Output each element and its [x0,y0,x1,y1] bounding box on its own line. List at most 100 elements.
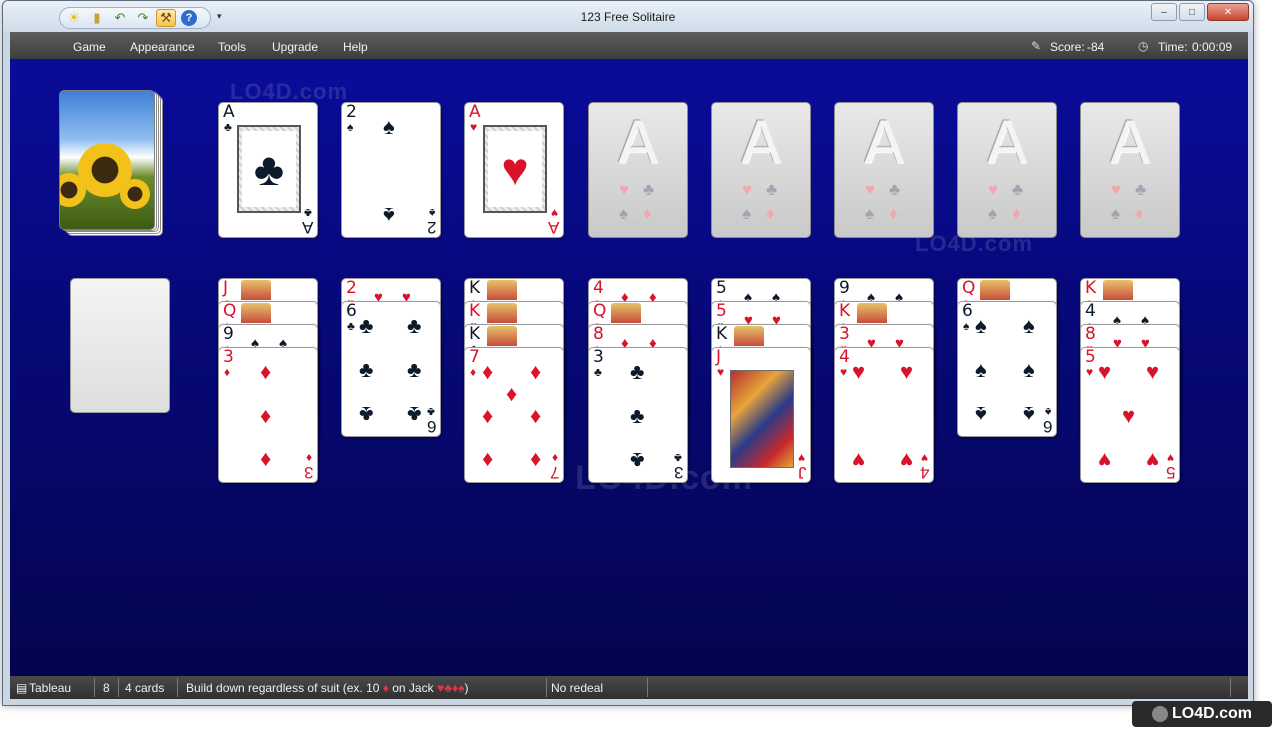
foundation-slot[interactable]: A ♥ ♣ ♠ ♦ [957,102,1057,238]
card-rank: 2 [346,102,357,122]
tableau-card-top[interactable]: 6 ♠ 6 ♠ ♠ ♠ ♠ ♠ ♠ ♠ [957,301,1057,437]
card-suit: ♦ [224,365,231,379]
foundation-suit-icon: ♣ [1012,180,1024,199]
card-pip: ♣ [630,359,645,384]
card-rank: 6 [346,301,357,321]
card-pip: ♣ [359,313,374,338]
title-bar: ☀ ▮ ↶ ↷ ⚒ ? ▾ 123 Free Solitaire – □ ✕ [3,1,1253,32]
card-suit-bottom: ♥ [920,451,928,465]
minimize-button[interactable]: – [1151,3,1177,21]
card-pip: ♣ [359,402,374,427]
card-suit-bottom: ♣ [674,451,682,465]
tableau-card-top[interactable]: 6 ♣ 6 ♣ ♣ ♣ ♣ ♣ ♣ ♣ [341,301,441,437]
card-suit-bottom: ♠ [1044,405,1051,419]
menu-tools[interactable]: Tools [218,40,246,54]
foundation-ace-placeholder: A [618,109,658,177]
card-rank: 3 [839,324,850,344]
card-rank: 5 [1085,347,1096,367]
face-card-art [241,303,271,323]
foundation-suit-icon: ♦ [1135,204,1144,223]
card-rank-bottom: A [547,218,559,237]
face-card-art [857,303,887,323]
window-title: 123 Free Solitaire [580,10,676,24]
card-rank: K [469,324,481,344]
ace-center-suit: ♥ [488,131,542,207]
tableau-card-top[interactable]: 5 ♥ 5 ♥ ♥ ♥ ♥ ♥ ♥ [1080,347,1180,483]
card-rank: 6 [962,301,973,321]
card-pip: ♠ [383,203,395,228]
score-value: -84 [1087,40,1105,54]
card-suit: ♣ [347,319,355,333]
stock-pile[interactable] [59,90,163,236]
card-suit-bottom: ♦ [305,451,312,465]
foundation-suit-icon: ♥ [865,180,876,199]
card-pip: ♠ [975,357,987,382]
foundation-slot[interactable]: A ♥ ♣ ♠ ♦ [588,102,688,238]
card-suit-bottom: ♣ [304,206,312,220]
card-pip: ♠ [1023,357,1035,382]
waste-pile-empty[interactable] [70,278,170,413]
status-rule: Build down regardless of suit (ex. 10 ♦ … [186,681,469,695]
card-pip: ♥ [1098,448,1112,473]
card-rank-bottom: A [301,218,313,237]
foundation-card[interactable]: A ♣ A ♣ ♣ [218,102,318,238]
card-pip: ♣ [407,357,422,382]
lo4d-logo-icon [1151,706,1168,722]
card-suit-bottom: ♥ [550,206,558,220]
maximize-button[interactable]: □ [1179,3,1205,21]
close-button[interactable]: ✕ [1207,3,1249,21]
card-pip: ♣ [407,313,422,338]
card-rank-bottom: 3 [303,463,313,482]
card-rank-bottom: 2 [426,218,436,237]
window-controls: – □ ✕ [1151,3,1249,21]
card-rank-bottom: 6 [1042,417,1052,436]
card-rank: 9 [839,278,850,298]
card-pip: ♣ [630,448,645,473]
foundation-suit-icon: ♥ [619,180,630,199]
card-pip: ♦ [260,403,272,428]
card-pip: ♣ [407,402,422,427]
foundation-suit-icon: ♠ [865,204,875,223]
card-rank: K [469,301,481,321]
foundation-ace-placeholder: A [987,109,1027,177]
card-rank: 4 [839,347,850,367]
tableau-card-top[interactable]: 7 ♦ 7 ♦ ♦ ♦ ♦ ♦ ♦ ♦ ♦ [464,347,564,483]
card-pip: ♦ [530,448,542,473]
card-pip: ♥ [852,359,866,384]
foundation-card[interactable]: A ♥ A ♥ ♥ [464,102,564,238]
tableau-card-top[interactable]: 3 ♣ 3 ♣ ♣ ♣ ♣ [588,347,688,483]
foundation-ace-placeholder: A [864,109,904,177]
face-card-art [734,326,764,346]
ace-center-frame: ♣ [237,125,301,213]
foundation-slot[interactable]: A ♥ ♣ ♠ ♦ [1080,102,1180,238]
card-pip: ♥ [1122,403,1136,428]
foundation-ace-placeholder: A [741,109,781,177]
card-rank: 4 [1085,301,1096,321]
card-suit-bottom: ♠ [428,206,435,220]
menu-appearance[interactable]: Appearance [130,40,195,54]
card-rank: Q [593,301,607,321]
card-rank: Q [223,301,237,321]
foundation-slot[interactable]: A ♥ ♣ ♠ ♦ [711,102,811,238]
card-pip: ♥ [1098,359,1112,384]
tableau-card-top[interactable]: 4 ♥ 4 ♥ ♥ ♥ ♥ ♥ [834,347,934,483]
foundation-card[interactable]: 2 ♠ 2 ♠ ♠ ♠ [341,102,441,238]
card-suit: ♥ [717,365,725,379]
card-pip: ♥ [1146,359,1160,384]
foundation-slot[interactable]: A ♥ ♣ ♠ ♦ [834,102,934,238]
card-back-image [59,90,155,230]
card-suit: ♥ [470,120,478,134]
card-pip: ♦ [260,448,272,473]
menu-bar: Game Appearance Tools Upgrade Help ✎ Sco… [10,32,1248,59]
card-suit: ♥ [1086,365,1094,379]
menu-help[interactable]: Help [343,40,368,54]
menu-game[interactable]: Game [73,40,106,54]
menu-upgrade[interactable]: Upgrade [272,40,318,54]
tableau-card-top[interactable]: 3 ♦ 3 ♦ ♦ ♦ ♦ [218,347,318,483]
card-rank-bottom: 5 [1165,463,1175,482]
card-suit: ♠ [963,319,970,333]
ace-center-suit: ♣ [242,131,296,207]
foundation-suit-icon: ♠ [988,204,998,223]
card-rank: 4 [593,278,604,298]
tableau-card-top[interactable]: J ♥ J ♥ [711,347,811,483]
